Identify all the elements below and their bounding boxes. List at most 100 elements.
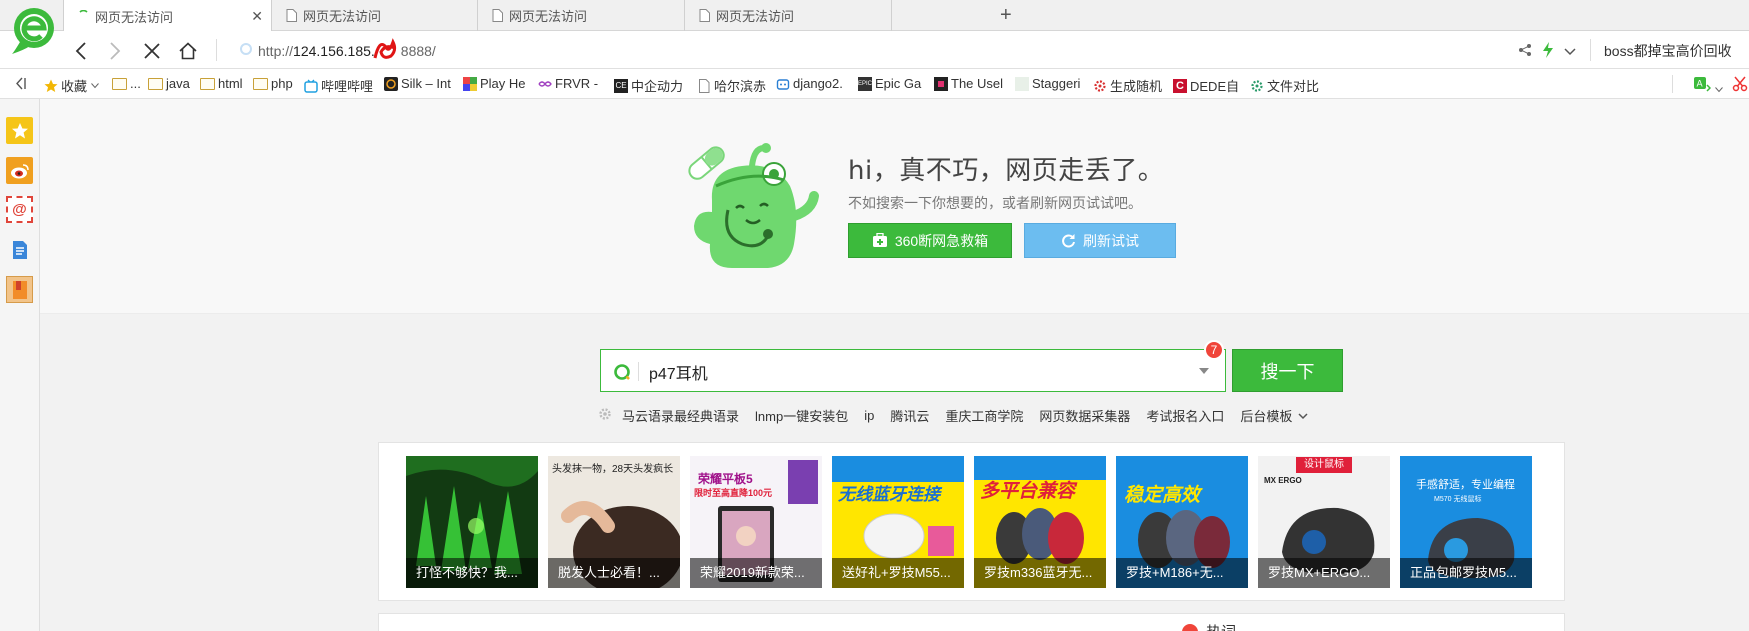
address-actions: [1518, 42, 1576, 61]
bookmark-folder-php[interactable]: php: [253, 76, 293, 91]
epic-icon: EPIC: [858, 76, 872, 91]
hot-link[interactable]: 腾讯云: [890, 406, 929, 425]
share-icon[interactable]: [1518, 43, 1532, 60]
sidebar: @: [0, 99, 40, 631]
hot-link[interactable]: 马云语录最经典语录: [622, 406, 739, 425]
search-button[interactable]: 搜一下: [1232, 349, 1343, 392]
ad-card[interactable]: 打怪不够快？我...: [406, 456, 538, 588]
notification-badge: 7: [1204, 340, 1224, 360]
bookmark-label: 中企动力: [631, 79, 684, 94]
bookmark-label: Staggeri: [1032, 76, 1081, 91]
tab-3[interactable]: 网页无法访问: [478, 0, 685, 31]
url-host: 124.156.185.: [293, 43, 375, 59]
bookmark-favorites[interactable]: 收藏: [44, 76, 99, 95]
divider: [1590, 39, 1591, 61]
chevron-down-icon[interactable]: [1199, 368, 1209, 374]
bookmark-label: 哔哩哔哩: [321, 79, 374, 94]
forward-button[interactable]: [104, 40, 126, 62]
refresh-button[interactable]: 刷新试试: [1024, 223, 1176, 258]
svg-text:A: A: [1697, 80, 1704, 90]
ad-card[interactable]: 荣耀平板5 限时至高直降100元 荣耀2019新款荣...: [690, 456, 822, 588]
sidebar-favorites-button[interactable]: [6, 117, 33, 144]
search-engine-logo-icon: [614, 364, 630, 380]
tab-strip: 网页无法访问 ✕ 网页无法访问 网页无法访问 网页无法访问 +: [0, 0, 1749, 32]
ad-caption: 打怪不够快？我...: [406, 558, 538, 588]
chevron-down-icon[interactable]: [1715, 81, 1723, 96]
home-button[interactable]: [177, 40, 199, 62]
bookmark-useless[interactable]: The Usel: [934, 76, 1003, 91]
hot-link[interactable]: 考试报名入口: [1146, 406, 1224, 425]
address-bar[interactable]: http:// 124.156.185. 8888/: [258, 38, 436, 62]
blank-icon: [1015, 76, 1029, 91]
hot-link[interactable]: lnmp一键安装包: [755, 406, 848, 425]
chevron-down-icon[interactable]: [1298, 408, 1308, 423]
bookmark-dede[interactable]: C DEDE自: [1173, 76, 1239, 95]
sidebar-toggle-icon[interactable]: [14, 77, 26, 93]
bookmark-staggering[interactable]: Staggeri: [1015, 76, 1080, 91]
ad-card[interactable]: 设计鼠标 MX ERGO 罗技MX+ERGO...: [1258, 456, 1390, 588]
folder-icon: [200, 77, 215, 90]
tab-2[interactable]: 网页无法访问: [272, 0, 478, 31]
ad-card[interactable]: 手感舒适，专业编程 M570 无线鼠标 正品包邮罗技M5...: [1400, 456, 1532, 588]
tab-4[interactable]: 网页无法访问: [685, 0, 892, 31]
page-icon: [492, 9, 503, 22]
stop-button[interactable]: [141, 40, 163, 62]
ad-subline: M570 无线鼠标: [1434, 496, 1482, 503]
ads-panel: 打怪不够快？我... 头发抹一物，28天头发疯长 脱发人士必看！... 荣耀平板…: [378, 442, 1565, 601]
search-box: [600, 349, 1226, 392]
bookmark-django[interactable]: django2.: [776, 76, 843, 91]
trending-panel: 热词: [378, 613, 1565, 631]
new-tab-button[interactable]: +: [1000, 4, 1012, 26]
browser-logo-icon[interactable]: [10, 6, 60, 56]
ad-card[interactable]: 无线蓝牙连接 送好礼+罗技M55...: [832, 456, 964, 588]
search-input[interactable]: [649, 361, 1169, 383]
sidebar-weibo-button[interactable]: [6, 157, 33, 184]
bookmark-play[interactable]: Play He: [463, 76, 526, 91]
lightning-icon[interactable]: [1542, 42, 1554, 61]
network-rescue-button[interactable]: 360断网急救箱: [848, 223, 1012, 258]
bilibili-icon: [304, 79, 318, 93]
ad-headline: 头发抹一物，28天头发疯长: [552, 464, 674, 475]
bookmark-label: ...: [130, 76, 141, 91]
bookmark-ce[interactable]: CE 中企动力: [614, 76, 683, 95]
scribble-redaction-icon: [373, 38, 401, 62]
close-icon[interactable]: ✕: [251, 8, 263, 25]
bookmark-frvr[interactable]: FRVR -: [538, 76, 598, 91]
bookmark-bilibili[interactable]: 哔哩哔哩: [304, 76, 373, 95]
back-button[interactable]: [70, 40, 92, 62]
bookmark-folder-html[interactable]: html: [200, 76, 243, 91]
tab-1[interactable]: 网页无法访问 ✕: [63, 0, 272, 32]
bookmark-label: Epic Ga: [875, 76, 922, 91]
bookmark-epic[interactable]: EPIC Epic Ga: [858, 76, 921, 91]
bookmark-random[interactable]: 生成随机: [1093, 76, 1162, 95]
bookmark-silk[interactable]: Silk – Int: [384, 76, 451, 91]
hot-links: 马云语录最经典语录 lnmp一键安装包 ip 腾讯云 重庆工商学院 网页数据采集…: [598, 406, 1308, 425]
ad-subline: MX ERGO: [1264, 476, 1302, 485]
ad-card[interactable]: 多平台兼容 罗技m336蓝牙无...: [974, 456, 1106, 588]
scissors-icon[interactable]: [1732, 76, 1748, 95]
sidebar-mail-button[interactable]: @: [6, 196, 33, 223]
ad-headline: 荣耀平板5: [698, 472, 753, 486]
hot-link[interactable]: 重庆工商学院: [945, 406, 1023, 425]
ad-card[interactable]: 头发抹一物，28天头发疯长 脱发人士必看！...: [548, 456, 680, 588]
translate-icon[interactable]: A: [1693, 76, 1712, 95]
gear-icon[interactable]: [598, 407, 612, 424]
play-icon: [463, 76, 477, 91]
sidebar-book-button[interactable]: [6, 276, 33, 303]
bookmarks-bar: 收藏 ... java html php 哔哩哔哩 Silk – Int Pla…: [0, 69, 1749, 99]
trending-label: 热词: [1206, 621, 1236, 631]
robot-icon: [776, 77, 790, 91]
hot-link[interactable]: 后台模板: [1240, 406, 1292, 425]
hot-link[interactable]: 网页数据采集器: [1039, 406, 1130, 425]
chevron-down-icon[interactable]: [1564, 44, 1576, 59]
bookmark-harbin[interactable]: 哈尔滨赤: [697, 76, 766, 95]
bookmark-folder-java[interactable]: java: [148, 76, 190, 91]
promo-link[interactable]: boss都掉宝高价回收: [1604, 41, 1732, 61]
ad-card[interactable]: 稳定高效 罗技+M186+无...: [1116, 456, 1248, 588]
sidebar-notes-button[interactable]: [6, 236, 33, 263]
bookmark-label: 生成随机: [1110, 79, 1163, 94]
bookmark-folder[interactable]: ...: [112, 76, 141, 91]
bookmark-compare[interactable]: 文件对比: [1250, 76, 1319, 95]
ad-caption: 罗技MX+ERGO...: [1258, 558, 1390, 588]
hot-link[interactable]: ip: [864, 408, 874, 423]
